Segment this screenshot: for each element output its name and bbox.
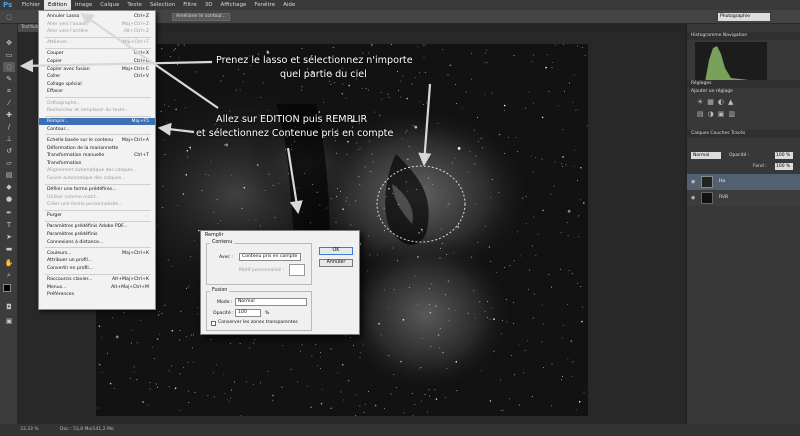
annotation-lasso-line2: quel partie du ciel — [280, 69, 367, 80]
annotation-fill-line2: et sélectionnez Contenue pris en compte — [196, 128, 394, 139]
arrow-to-dialog — [286, 147, 303, 215]
annotation-fill-line1: Allez sur EDITION puis REMPLIR — [216, 114, 368, 125]
annotation-lasso-line1: Prenez le lasso et sélectionnez n'import… — [216, 55, 413, 66]
arrow-to-edition — [80, 12, 219, 109]
arrow-to-remplir — [157, 122, 195, 136]
arrow-to-lasso — [19, 59, 213, 73]
arrow-to-sky — [418, 83, 432, 167]
